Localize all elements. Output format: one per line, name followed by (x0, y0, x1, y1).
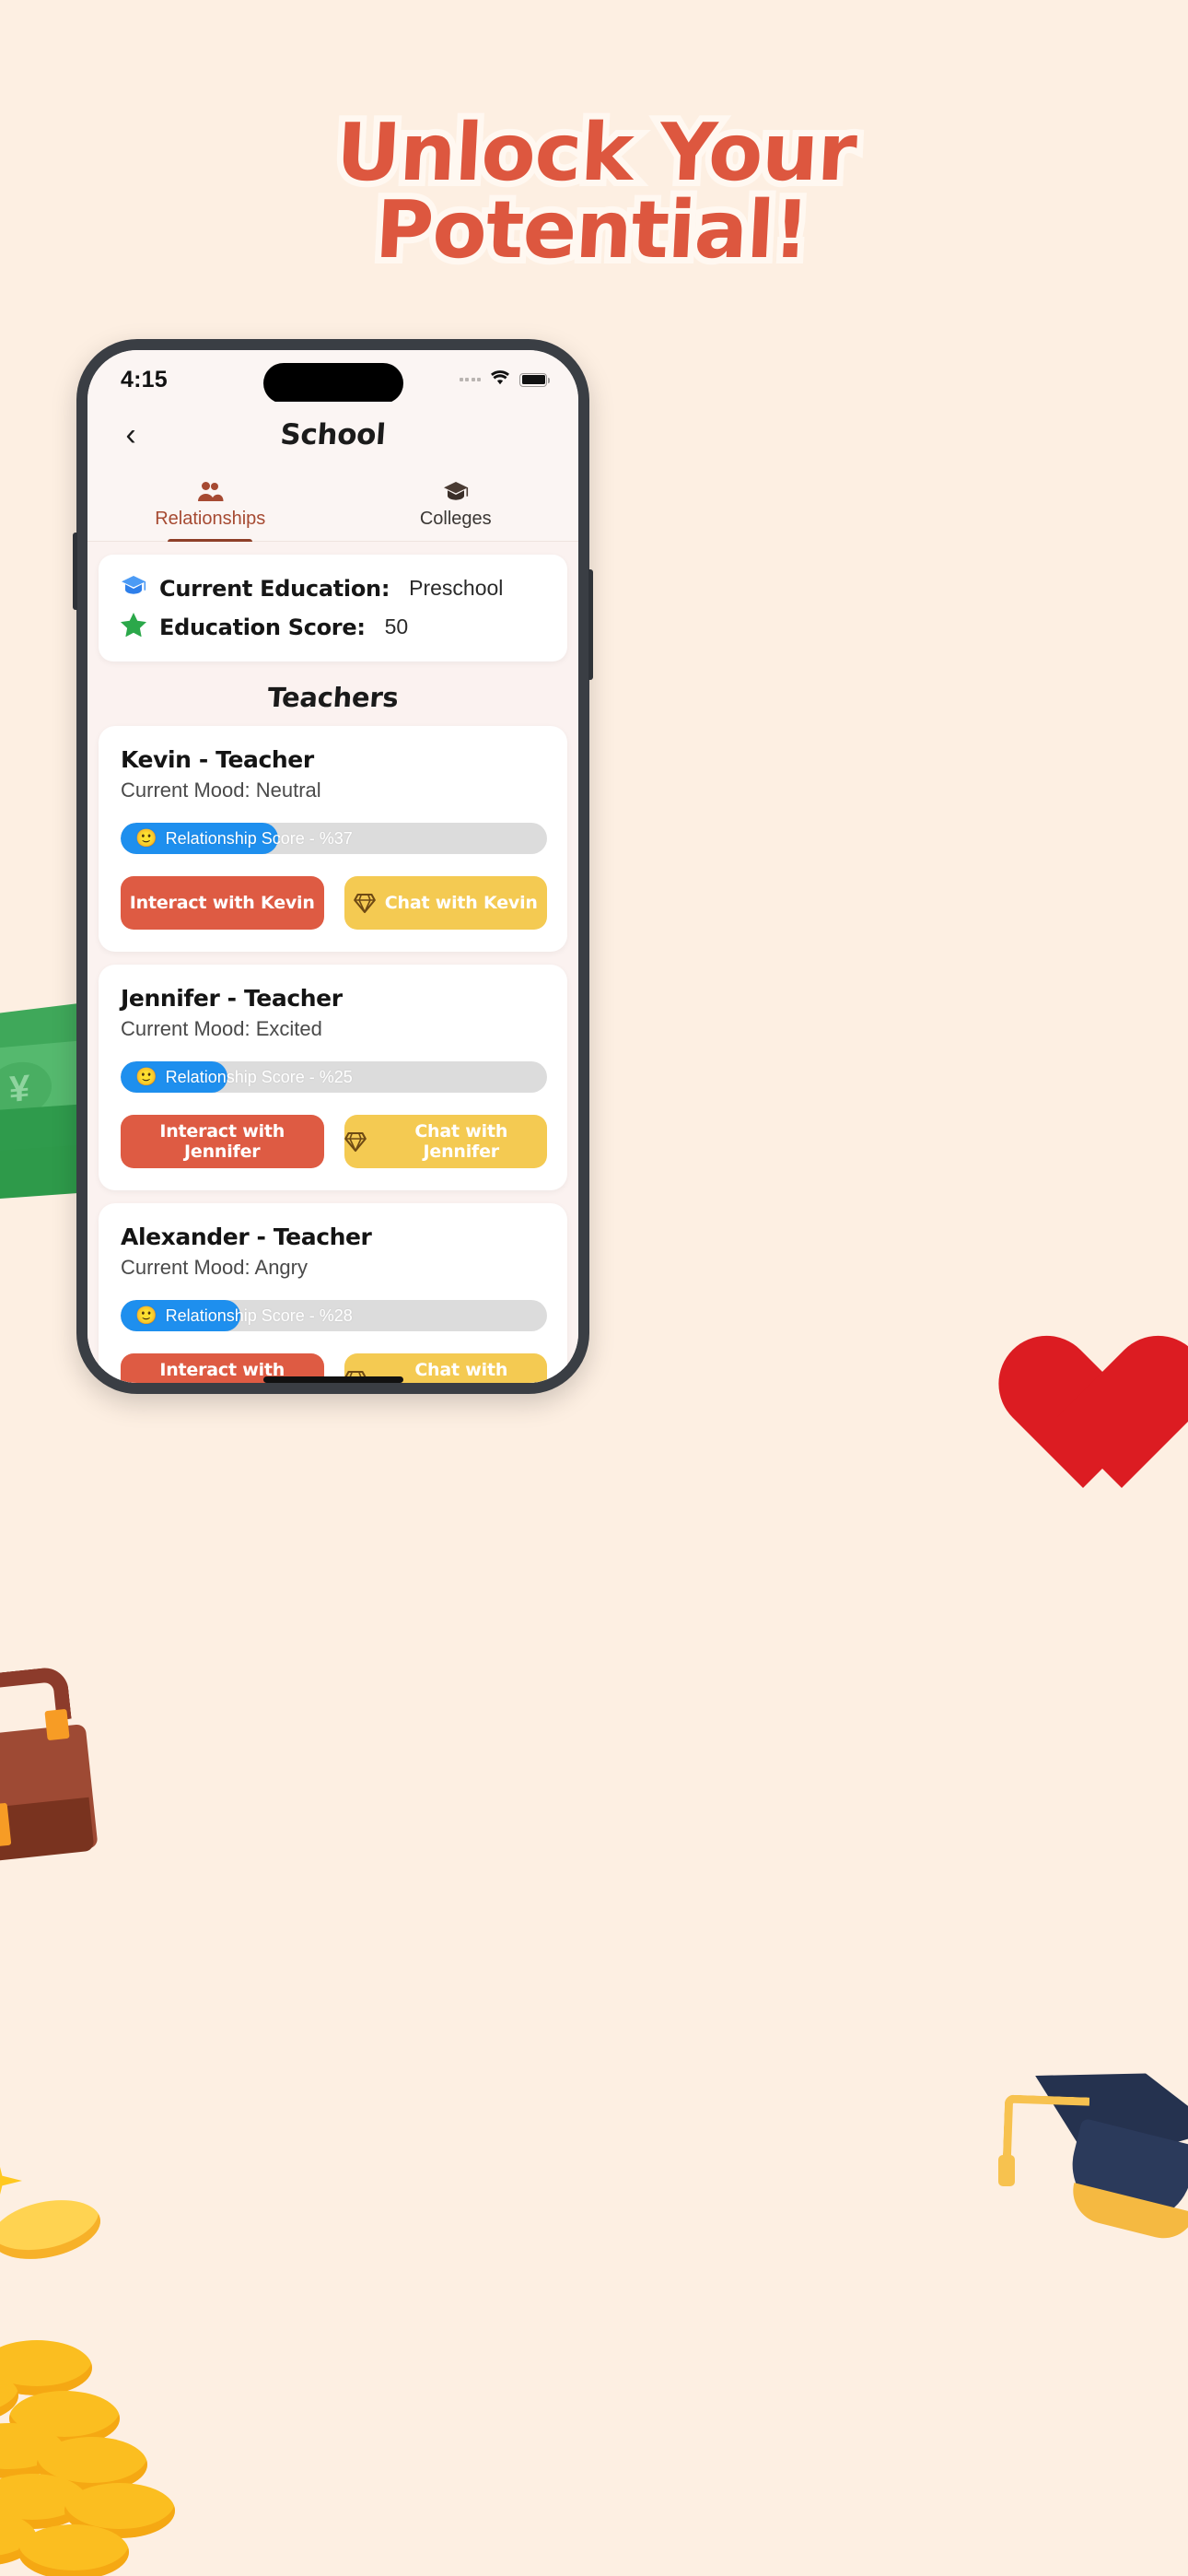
graduation-cap-decoration-icon (998, 2059, 1188, 2289)
chat-button[interactable]: Chat with Kevin (344, 876, 547, 930)
teacher-name: Jennifer - Teacher (121, 985, 343, 1012)
relationship-score-text: Relationship Score - %37 (165, 828, 353, 848)
teacher-mood: Current Mood: Angry (121, 1256, 308, 1279)
tab-colleges-label: Colleges (419, 508, 492, 529)
heart-icon (1046, 1341, 1188, 1506)
dynamic-island (262, 363, 403, 404)
current-education-row: Current Education: Preschool (121, 575, 547, 602)
relationship-score-text: Relationship Score - %25 (165, 1067, 353, 1086)
teacher-action-row: Interact with Kevin Chat with Kevin (121, 876, 547, 930)
headline-line-2: Potential! (367, 178, 817, 283)
interact-button[interactable]: Interact with Jennifer (121, 1115, 324, 1168)
tab-relationships[interactable]: Relationships (87, 468, 333, 541)
smiley-icon: 🙂 (135, 1306, 157, 1326)
people-icon (196, 480, 224, 504)
teacher-card: Jennifer - Teacher Current Mood: Excited… (99, 965, 567, 1190)
battery-icon (519, 372, 550, 387)
chat-button[interactable]: Chat with Jennifer (344, 1115, 547, 1168)
relationship-progress-bar: 🙂 Relationship Score - %28 (121, 1300, 547, 1331)
sparkle-star-icon (0, 2156, 22, 2206)
teacher-mood: Current Mood: Excited (121, 1017, 322, 1040)
current-education-value: Preschool (409, 576, 504, 600)
tab-colleges[interactable]: Colleges (333, 468, 579, 541)
graduation-cap-icon (121, 575, 146, 602)
status-time: 4:15 (121, 366, 168, 392)
relationship-score-text: Relationship Score - %28 (165, 1306, 353, 1325)
wifi-icon (489, 369, 511, 390)
education-score-row: Education Score: 50 (121, 613, 547, 641)
chat-button-label: Chat with Kevin (384, 893, 538, 913)
star-icon (121, 613, 146, 641)
relationship-progress-bar: 🙂 Relationship Score - %25 (121, 1061, 547, 1093)
tab-relationships-label: Relationships (155, 508, 266, 529)
interact-button[interactable]: Interact with Kevin (121, 876, 324, 930)
nav-bar: ‹ School (87, 402, 578, 468)
relationship-progress-label: 🙂 Relationship Score - %37 (135, 823, 353, 854)
relationship-progress-bar: 🙂 Relationship Score - %37 (121, 823, 547, 854)
education-score-label: Education Score: (159, 614, 366, 640)
home-indicator (262, 1376, 403, 1383)
teacher-name: Kevin - Teacher (121, 746, 314, 773)
status-bar: 4:15 (87, 350, 578, 404)
briefcase-icon (0, 1649, 106, 1879)
education-summary-card: Current Education: Preschool Education S… (99, 555, 567, 662)
graduation-cap-icon (443, 480, 469, 504)
teacher-card: Alexander - Teacher Current Mood: Angry … (99, 1203, 567, 1383)
promo-headline: Unlock Your Potential! (0, 100, 1188, 283)
teacher-name: Alexander - Teacher (121, 1224, 372, 1250)
relationship-progress-label: 🙂 Relationship Score - %28 (135, 1300, 353, 1331)
gem-icon (353, 892, 376, 914)
scroll-content[interactable]: Current Education: Preschool Education S… (87, 542, 578, 1383)
chat-button-label: Chat with Jennifer (414, 1121, 508, 1162)
phone-power-button (588, 569, 593, 680)
section-title-teachers: Teachers (266, 682, 400, 713)
teacher-action-row: Interact with Jennifer Chat with Jennife… (121, 1115, 547, 1168)
current-education-label: Current Education: (159, 575, 390, 602)
gold-coins-icon (0, 2156, 212, 2576)
page-title: School (279, 418, 387, 451)
teacher-card: Kevin - Teacher Current Mood: Neutral 🙂 … (99, 726, 567, 952)
tab-bar: Relationships Colleges (87, 468, 578, 542)
phone-mockup: 4:15 ‹ School Relationships Colleges Cur… (73, 339, 593, 1394)
relationship-progress-label: 🙂 Relationship Score - %25 (135, 1061, 353, 1093)
signal-dots-icon (459, 378, 481, 381)
gem-icon (344, 1130, 367, 1153)
phone-screen: 4:15 ‹ School Relationships Colleges Cur… (87, 350, 578, 1383)
smiley-icon: 🙂 (135, 1068, 157, 1087)
teacher-mood: Current Mood: Neutral (121, 779, 321, 802)
education-score-value: 50 (384, 615, 409, 638)
phone-volume-button (73, 533, 77, 610)
smiley-icon: 🙂 (135, 829, 157, 849)
